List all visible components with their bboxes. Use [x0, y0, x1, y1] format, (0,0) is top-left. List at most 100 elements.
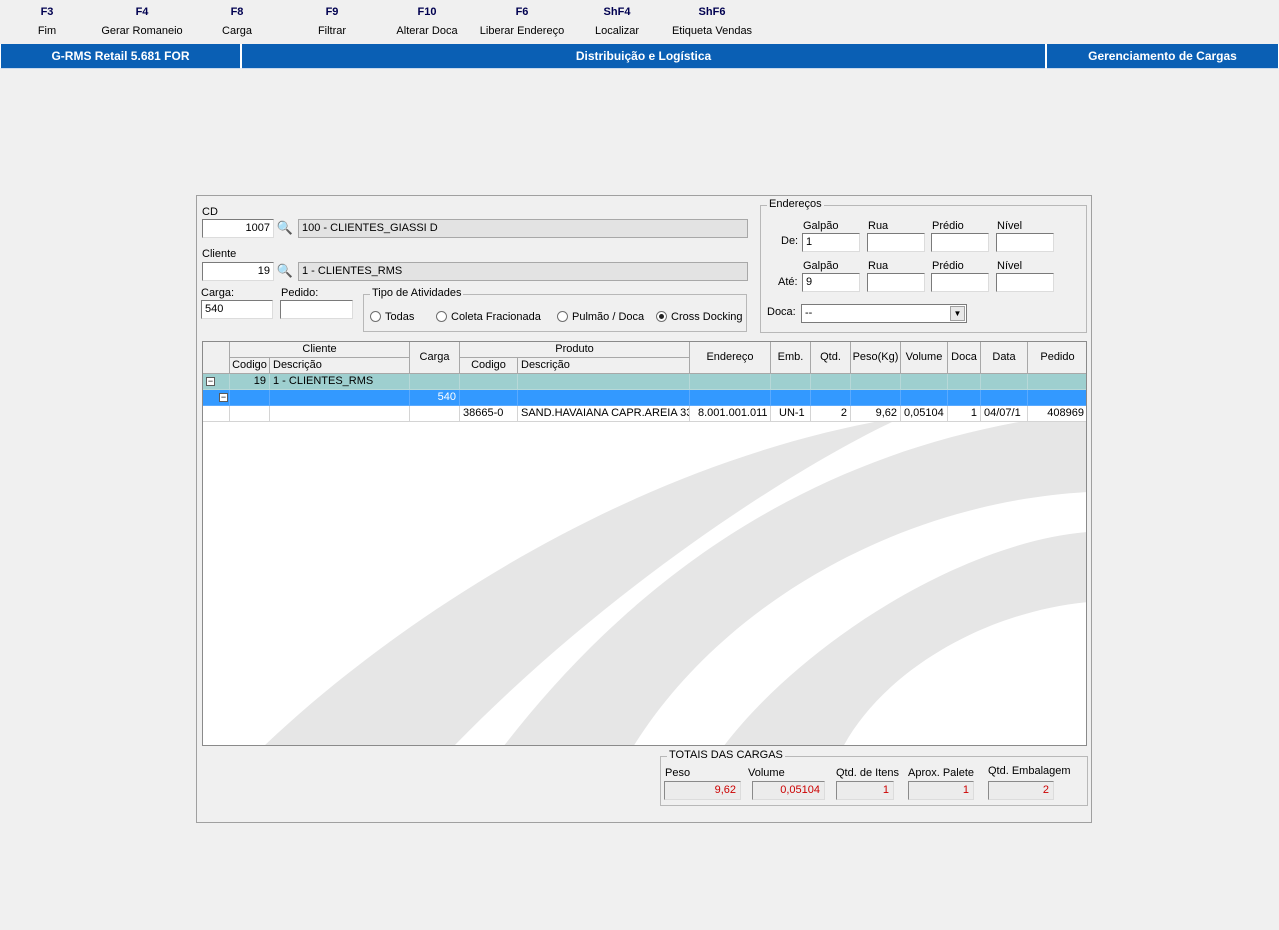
volume-column-header[interactable]: Volume — [901, 342, 948, 374]
row-toggle-cell: − — [203, 374, 230, 390]
row-toggle-cell: − — [203, 390, 230, 406]
cliente-code-field[interactable]: 19 — [202, 262, 274, 281]
peso-column-header[interactable]: Peso(Kg) — [851, 342, 901, 374]
chevron-down-icon[interactable]: ▼ — [950, 306, 965, 321]
cliente-codigo-cell — [230, 390, 270, 406]
pedido-cell — [1028, 390, 1086, 406]
produto-codigo-header[interactable]: Codigo — [460, 358, 518, 374]
carga-input[interactable]: 540 — [201, 300, 273, 319]
module-title: Distribuição e Logística — [241, 44, 1046, 69]
totais-title: TOTAIS DAS CARGAS — [667, 749, 785, 761]
de-nivel-input[interactable] — [996, 233, 1054, 252]
ate-rua-input[interactable] — [867, 273, 925, 292]
produto-group-header: Produto — [460, 342, 690, 358]
data-column-header[interactable]: Data — [981, 342, 1028, 374]
qtd-cell — [811, 390, 851, 406]
table-row-carga-selected[interactable]: − 540 — [203, 390, 1086, 406]
cliente-descricao-header[interactable]: Descrição — [270, 358, 410, 374]
ate-nivel-input[interactable] — [996, 273, 1054, 292]
fkey-label: Fim — [37, 25, 57, 37]
radio-label: Pulmão / Doca — [572, 311, 645, 323]
de-galpao-input[interactable]: 1 — [802, 233, 860, 252]
palete-total-label: Aprox. Palete — [908, 767, 975, 779]
pedido-input[interactable] — [280, 300, 353, 319]
cliente-codigo-header[interactable]: Codigo — [230, 358, 270, 374]
peso-cell — [851, 390, 901, 406]
radio-pulmao-doca[interactable]: Pulmão / Doca — [557, 310, 644, 324]
radio-button-icon — [370, 311, 381, 322]
ate-galpao-input[interactable]: 9 — [802, 273, 860, 292]
fkey-label: Alterar Doca — [396, 25, 458, 37]
collapse-icon[interactable]: − — [219, 393, 228, 402]
endereco-column-header[interactable]: Endereço — [690, 342, 771, 374]
fkey-key: ShF4 — [603, 6, 631, 18]
binoculars-icon[interactable]: 🔍 — [276, 262, 294, 280]
fkey-key: F3 — [40, 6, 54, 18]
binoculars-icon[interactable]: 🔍 — [276, 219, 294, 237]
title-bar: G-RMS Retail 5.681 FOR Distribuição e Lo… — [0, 44, 1279, 69]
ate-label: Até: — [778, 276, 798, 288]
col-nivel-label: Nível — [997, 220, 1023, 232]
emb-column-header[interactable]: Emb. — [771, 342, 811, 374]
pedido-cell — [1028, 374, 1086, 390]
enderecos-title: Endereços — [767, 198, 824, 210]
fkey-key: F10 — [417, 6, 437, 18]
doca-select[interactable]: -- ▼ — [801, 304, 967, 323]
cd-label: CD — [202, 206, 218, 218]
produto-descricao-header[interactable]: Descrição — [518, 358, 690, 374]
volume-cell — [901, 390, 948, 406]
cliente-descricao-cell — [270, 406, 410, 422]
carga-column-header[interactable]: Carga — [410, 342, 460, 374]
de-label: De: — [781, 235, 799, 247]
fkey-shf4-localizar[interactable]: ShF4 Localizar — [572, 5, 662, 38]
fkey-f10-alterar-doca[interactable]: F10 Alterar Doca — [382, 5, 472, 38]
emb-cell — [771, 390, 811, 406]
radio-button-icon — [436, 311, 447, 322]
col-predio-label: Prédio — [932, 220, 964, 232]
cargas-grid[interactable]: Cliente Carga Produto Endereço Emb. Qtd.… — [202, 341, 1087, 746]
doca-selected-value: -- — [805, 307, 813, 319]
fkey-shf6-etiqueta-vendas[interactable]: ShF6 Etiqueta Vendas — [667, 5, 757, 38]
radio-coleta-fracionada[interactable]: Coleta Fracionada — [436, 310, 541, 324]
cd-code-field[interactable]: 1007 — [202, 219, 274, 238]
main-panel: CD 1007 🔍 100 - CLIENTES_GIASSI D Client… — [196, 195, 1092, 823]
fkey-f8-carga[interactable]: F8 Carga — [192, 5, 282, 38]
doca-column-header[interactable]: Doca — [948, 342, 981, 374]
fkey-label: Localizar — [594, 25, 640, 37]
pedido-column-header[interactable]: Pedido — [1028, 342, 1086, 374]
table-row-product[interactable]: 38665-0 SAND.HAVAIANA CAPR.AREIA 33 8.00… — [203, 406, 1086, 422]
fkey-label: Carga — [222, 25, 252, 37]
fkey-f3-fim[interactable]: F3 Fim — [2, 5, 92, 38]
fkey-f9-filtrar[interactable]: F9 Filtrar — [287, 5, 377, 38]
carga-cell: 540 — [410, 390, 460, 406]
volume-cell: 0,05104 — [901, 406, 948, 422]
collapse-icon[interactable]: − — [206, 377, 215, 386]
produto-descricao-cell — [518, 374, 690, 390]
fkey-key: F9 — [325, 6, 339, 18]
col-galpao-label: Galpão — [803, 220, 839, 232]
fkey-f4-gerar-romaneio[interactable]: F4 Gerar Romaneio — [97, 5, 187, 38]
qtd-cell: 2 — [811, 406, 851, 422]
de-rua-input[interactable] — [867, 233, 925, 252]
doca-cell: 1 — [948, 406, 981, 422]
peso-total-field: 9,62 — [664, 781, 741, 800]
carga-label: Carga: — [201, 287, 235, 299]
radio-cross-docking[interactable]: Cross Docking — [656, 310, 743, 324]
tipo-atividades-title: Tipo de Atividades — [370, 287, 464, 299]
table-row-client-group[interactable]: − 19 1 - CLIENTES_RMS — [203, 374, 1086, 390]
qtd-cell — [811, 374, 851, 390]
doca-label: Doca: — [767, 306, 796, 318]
ate-predio-input[interactable] — [931, 273, 989, 292]
volume-cell — [901, 374, 948, 390]
radio-button-selected-icon — [656, 311, 667, 322]
embalagem-total-label: Qtd. Embalagem — [988, 765, 1071, 777]
app-version: G-RMS Retail 5.681 FOR — [0, 44, 241, 69]
cliente-description-field: 1 - CLIENTES_RMS — [298, 262, 748, 281]
de-predio-input[interactable] — [931, 233, 989, 252]
cliente-label: Cliente — [202, 248, 237, 260]
endereco-cell — [690, 390, 771, 406]
radio-todas[interactable]: Todas — [370, 310, 414, 324]
function-key-bar: F3 Fim F4 Gerar Romaneio F8 Carga F9 Filtrar… — [0, 0, 1279, 44]
fkey-f6-liberar-endereco[interactable]: F6 Liberar Endereço — [477, 5, 567, 38]
qtd-column-header[interactable]: Qtd. — [811, 342, 851, 374]
